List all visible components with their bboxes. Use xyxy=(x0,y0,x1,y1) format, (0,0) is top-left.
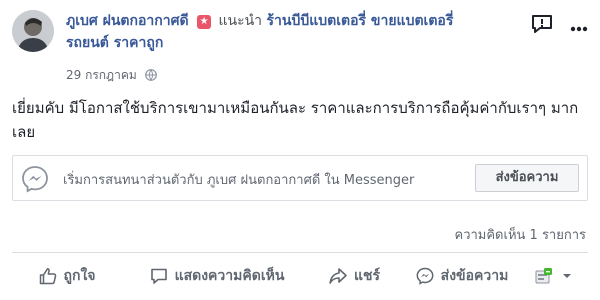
comment-label: แสดงความคิดเห็น xyxy=(174,268,285,284)
send-message-label: ส่งข้อความ xyxy=(440,268,509,284)
chevron-down-icon xyxy=(563,274,571,278)
send-message-action-button[interactable]: ส่งข้อความ xyxy=(397,256,527,296)
globe-icon[interactable] xyxy=(144,69,157,84)
messenger-send-icon xyxy=(416,267,434,285)
divider xyxy=(12,252,588,253)
action-bar: ถูกใจ แสดงความคิดเห็น แชร์ ส่งข้อความ xyxy=(12,256,588,296)
page-name-line-1: ร้านบีบีแบตเตอรี่ ขายแบตเตอรี่ xyxy=(266,13,454,29)
send-message-button[interactable]: ส่งข้อความ xyxy=(475,164,579,192)
avatar-image xyxy=(12,10,54,52)
page-name-line-2: รถยนต์ ราคาถูก xyxy=(66,35,164,51)
view-as-selector[interactable] xyxy=(527,256,587,296)
author-name[interactable]: ภูเบศ ฝนตกอากาศดี xyxy=(66,13,189,29)
comment-count[interactable]: ความคิดเห็น 1 รายการ xyxy=(455,224,587,245)
messenger-icon xyxy=(21,165,49,197)
post-header: ภูเบศ ฝนตกอากาศดี ★ แนะนำ ร้านบีบีแบตเตอ… xyxy=(66,10,536,54)
like-button[interactable]: ถูกใจ xyxy=(12,256,122,296)
recommends-text: แนะนำ xyxy=(218,13,263,29)
comment-button[interactable]: แสดงความคิดเห็น xyxy=(122,256,312,296)
post-text: เยี่ยมคับ มีโอกาสใช้บริการเขามาเหมือนกัน… xyxy=(12,99,579,141)
star-rating-icon: ★ xyxy=(197,15,212,29)
avatar[interactable] xyxy=(12,10,54,52)
share-icon xyxy=(329,268,347,284)
like-icon xyxy=(39,268,56,285)
page-viewer-icon xyxy=(535,268,552,284)
post-top-actions xyxy=(531,14,588,38)
share-button[interactable]: แชร์ xyxy=(312,256,397,296)
messenger-prompt: เริ่มการสนทนาส่วนตัวกับ ภูเบศ ฝนตกอากาศด… xyxy=(63,173,415,188)
post-meta: 29 กรกฎาคม xyxy=(66,66,157,85)
feedback-icon[interactable] xyxy=(531,14,553,38)
like-label: ถูกใจ xyxy=(63,268,96,284)
post-date[interactable]: 29 กรกฎาคม xyxy=(66,68,137,82)
comment-icon xyxy=(150,268,167,284)
messenger-box: เริ่มการสนทนาส่วนตัวกับ ภูเบศ ฝนตกอากาศด… xyxy=(12,155,588,201)
share-label: แชร์ xyxy=(353,268,381,284)
more-icon[interactable] xyxy=(570,17,588,36)
